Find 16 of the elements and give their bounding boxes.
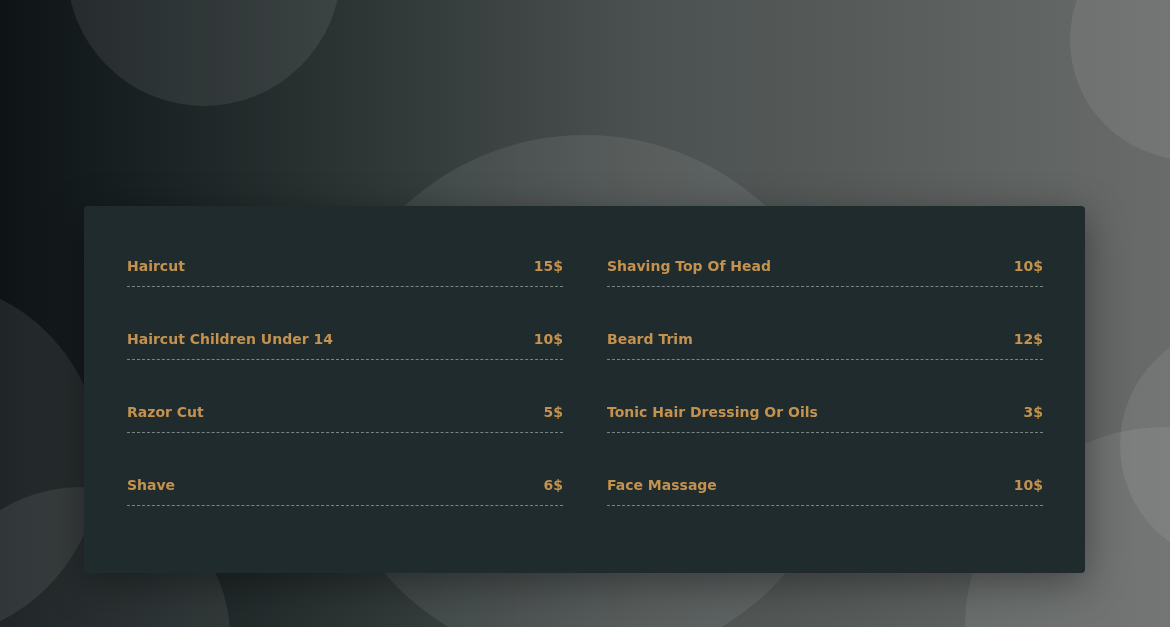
service-name: Shave — [127, 477, 176, 493]
service-name: Face Massage — [607, 477, 717, 493]
service-price: 15$ — [533, 258, 563, 274]
service-price: 10$ — [1013, 477, 1043, 493]
service-name: Shaving Top Of Head — [607, 258, 772, 274]
service-price: 3$ — [1023, 404, 1043, 420]
service-name: Beard Trim — [607, 331, 693, 347]
service-name: Tonic Hair Dressing Or Oils — [607, 404, 818, 420]
service-price: 10$ — [533, 331, 563, 347]
service-name: Haircut — [127, 258, 185, 274]
service-name: Haircut Children Under 14 — [127, 331, 333, 347]
service-price: 10$ — [1013, 258, 1043, 274]
service-price: 5$ — [543, 404, 563, 420]
service-price: 6$ — [543, 477, 563, 493]
service-price: 12$ — [1013, 331, 1043, 347]
service-name: Razor Cut — [127, 404, 204, 420]
